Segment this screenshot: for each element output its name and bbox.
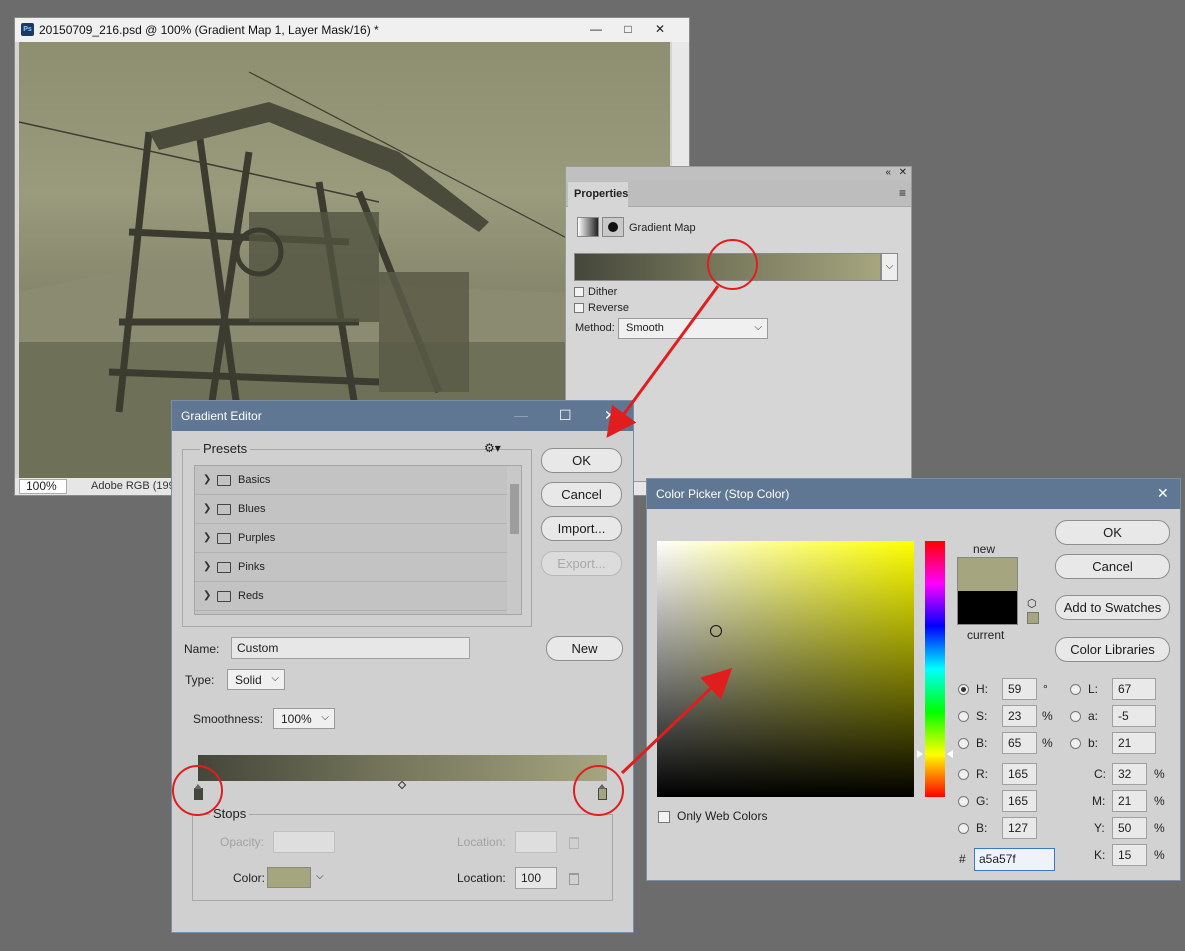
arrow-to-ok [606, 285, 720, 438]
annotation-arrows [606, 285, 733, 775]
arrow-to-color-field [620, 667, 733, 775]
